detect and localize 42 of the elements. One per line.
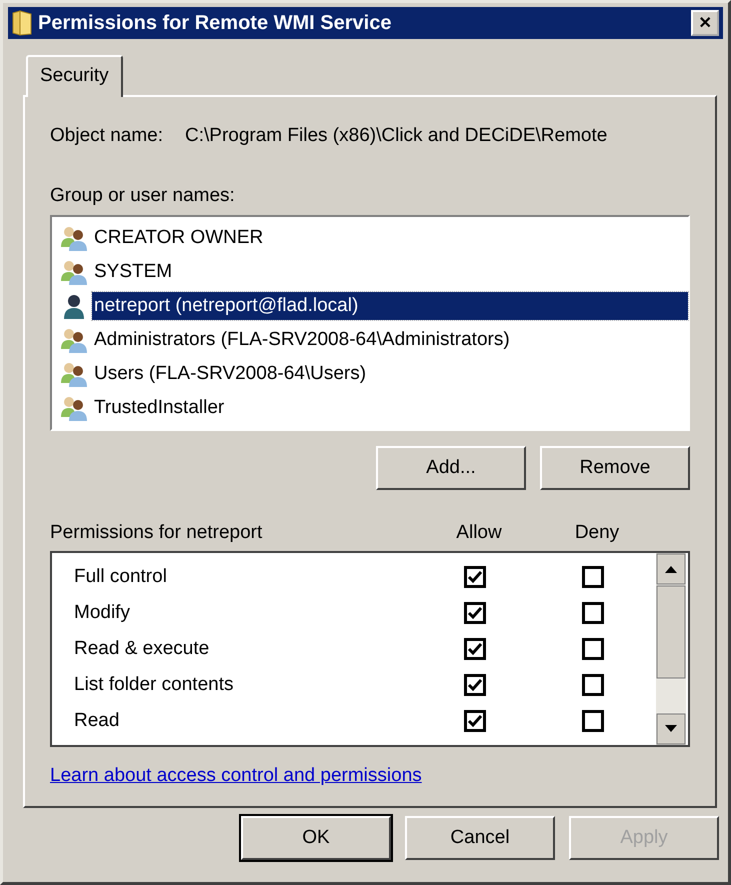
scrollbar[interactable]: [656, 553, 686, 745]
users-icon: [60, 327, 88, 353]
allow-checkbox[interactable]: [464, 638, 486, 660]
object-name-label: Object name:: [50, 125, 163, 147]
deny-checkbox[interactable]: [582, 638, 604, 660]
tab[interactable]: Security: [26, 55, 123, 97]
deny-checkbox[interactable]: [582, 602, 604, 624]
user-list-item[interactable]: SYSTEM: [92, 258, 176, 286]
list-button[interactable]: Add...: [376, 446, 526, 490]
permission-name: List folder contents: [73, 674, 234, 696]
user-list-item[interactable]: Users (FLA-SRV2008-64\Users): [92, 360, 370, 388]
dialog-button[interactable]: OK: [241, 816, 391, 860]
user-list-item[interactable]: netreport (netreport@flad.local): [92, 292, 688, 320]
allow-checkbox[interactable]: [464, 566, 486, 588]
permission-name: Read & execute: [73, 638, 210, 660]
allow-checkbox[interactable]: [464, 674, 486, 696]
users-icon: [60, 259, 88, 285]
permissions-label: Permissions for netreport: [50, 522, 264, 544]
close-button[interactable]: ✕: [691, 10, 719, 36]
group-label: Group or user names:: [50, 185, 236, 207]
deny-checkbox[interactable]: [582, 566, 604, 588]
allow-checkbox[interactable]: [464, 710, 486, 732]
permission-name: Full control: [73, 566, 168, 588]
allow-checkbox[interactable]: [464, 602, 486, 624]
object-name-value: C:\Program Files (x86)\Click and DECiDE\Remote: [185, 125, 608, 147]
users-icon: [60, 225, 88, 251]
deny-checkbox[interactable]: [582, 674, 604, 696]
dialog-button[interactable]: Cancel: [405, 816, 555, 860]
help-link[interactable]: Learn about access control and permissions: [50, 765, 422, 787]
list-button[interactable]: Remove: [540, 446, 690, 490]
users-icon: [60, 395, 88, 421]
permission-name: Modify: [73, 602, 131, 624]
user-list-item[interactable]: CREATOR OWNER: [92, 224, 268, 252]
deny-checkbox[interactable]: [582, 710, 604, 732]
users-icon: [60, 361, 88, 387]
user-list-item[interactable]: TrustedInstaller: [92, 394, 228, 422]
column-header: Allow: [455, 522, 503, 544]
window-title: Permissions for Remote WMI Service: [38, 12, 392, 34]
user-list-item[interactable]: Administrators (FLA-SRV2008-64\Administrators): [92, 326, 514, 354]
permission-name: Read: [73, 710, 120, 732]
folder-icon: [12, 10, 32, 36]
column-header: Deny: [574, 522, 620, 544]
